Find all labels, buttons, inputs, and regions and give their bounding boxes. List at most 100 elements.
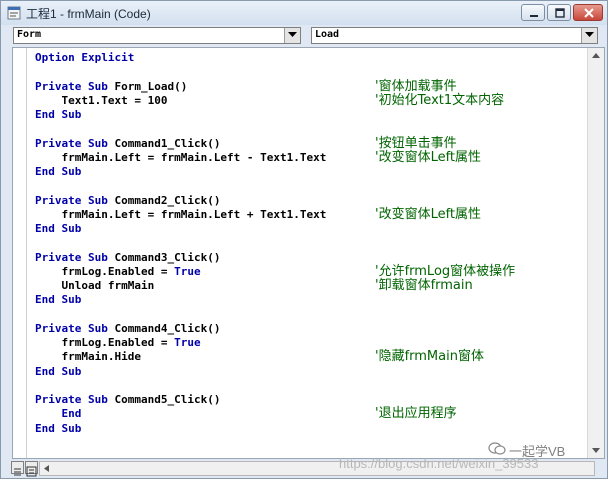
- code-line[interactable]: End Sub: [35, 108, 375, 122]
- window-title: 工程1 - frmMain (Code): [26, 7, 151, 21]
- code-line[interactable]: [35, 65, 375, 79]
- code-comment: '允许frmLog窗体被操作: [375, 263, 516, 279]
- close-icon: [584, 8, 594, 18]
- chevron-down-icon: [585, 32, 594, 37]
- code-text: End Sub: [35, 222, 375, 236]
- full-module-view-icon: [26, 466, 37, 477]
- code-token: Command1_Click(): [107, 136, 221, 150]
- code-line[interactable]: Option Explicit: [35, 51, 375, 65]
- object-combo[interactable]: Form: [13, 27, 301, 44]
- code-line[interactable]: Private Sub Command5_Click(): [35, 393, 375, 407]
- code-comment: '卸载窗体frmain: [375, 278, 473, 293]
- code-line[interactable]: Text1.Text = 100 '初始化Text1文本内容: [35, 93, 504, 108]
- code-line[interactable]: Private Sub Command4_Click(): [35, 322, 375, 336]
- code-text: End Sub: [35, 365, 375, 379]
- code-line[interactable]: End Sub: [35, 422, 375, 436]
- code-line[interactable]: frmMain.Hide '隐藏frmMain窗体: [35, 349, 484, 365]
- code-text: Text1.Text = 100: [35, 94, 375, 108]
- url-watermark: https://blog.csdn.net/weixin_39533: [339, 456, 539, 471]
- code-line[interactable]: End '退出应用程序: [35, 407, 456, 421]
- code-line[interactable]: End Sub: [35, 165, 375, 179]
- object-combo-dropdown[interactable]: [284, 28, 300, 43]
- keyword-token: True: [174, 336, 201, 349]
- code-text: End Sub: [35, 293, 375, 307]
- keyword-token: Private Sub: [35, 193, 108, 207]
- code-line[interactable]: Private Sub Command3_Click(): [35, 251, 375, 265]
- code-text: Private Sub Form_Load(): [35, 80, 375, 94]
- code-token: Command2_Click(): [107, 193, 221, 207]
- code-text: frmMain.Left = frmMain.Left + Text1.Text: [35, 208, 375, 222]
- code-line[interactable]: Private Sub Command2_Click(): [35, 194, 375, 208]
- editor-margin[interactable]: [13, 48, 27, 458]
- code-editor[interactable]: Option Explicit Private Sub Form_Load() '窗…: [12, 47, 605, 459]
- title-bar[interactable]: 工程1 - frmMain (Code): [1, 1, 607, 25]
- procedure-combo-value: Load: [315, 29, 340, 40]
- code-window: 工程1 - frmMain (Code) Form Load Option Ex…: [0, 0, 608, 479]
- code-line[interactable]: Private Sub Form_Load() '窗体加载事件: [35, 78, 457, 94]
- code-text: Private Sub Command2_Click(): [35, 194, 375, 208]
- code-line[interactable]: End Sub: [35, 222, 375, 236]
- code-line[interactable]: Unload frmMain '卸载窗体frmain: [35, 278, 473, 293]
- scroll-down-icon[interactable]: [588, 442, 604, 458]
- code-line[interactable]: frmLog.Enabled = True '允许frmLog窗体被操作: [35, 263, 516, 279]
- keyword-token: End Sub: [35, 108, 82, 121]
- full-module-view-button[interactable]: [25, 461, 38, 477]
- object-combo-value: Form: [17, 29, 42, 40]
- code-text: frmMain.Hide: [35, 350, 375, 364]
- code-line[interactable]: frmMain.Left = frmMain.Left + Text1.Text…: [35, 206, 482, 222]
- keyword-token: Private Sub: [35, 136, 108, 150]
- procedure-view-button[interactable]: [11, 461, 24, 476]
- code-text: End: [35, 407, 375, 421]
- code-token: frmMain.Left = frmMain.Left - Text1.Text: [35, 150, 327, 164]
- code-text: End Sub: [35, 165, 375, 179]
- code-line[interactable]: Private Sub Command1_Click() '按钮单击事件: [35, 135, 457, 151]
- keyword-token: End Sub: [35, 364, 82, 378]
- maximize-button[interactable]: [547, 4, 571, 21]
- code-comment: '按钮单击事件: [375, 135, 457, 151]
- code-text: frmMain.Left = frmMain.Left - Text1.Text: [35, 151, 375, 165]
- code-line[interactable]: End Sub: [35, 365, 375, 379]
- code-comment: '窗体加载事件: [375, 78, 457, 94]
- minimize-button[interactable]: [521, 4, 545, 21]
- code-line[interactable]: frmLog.Enabled = True: [35, 336, 375, 350]
- code-line[interactable]: End Sub: [35, 293, 375, 307]
- minimize-icon: [530, 15, 538, 17]
- procedure-combo-dropdown[interactable]: [581, 28, 597, 43]
- keyword-token: End: [35, 407, 82, 421]
- code-token: Command4_Click(): [107, 321, 221, 335]
- code-token: frmLog.Enabled =: [35, 264, 175, 278]
- procedure-view-icon: [14, 468, 21, 476]
- code-comment: '改变窗体Left属性: [375, 149, 482, 165]
- keyword-token: End Sub: [35, 421, 82, 435]
- keyword-token: Private Sub: [35, 79, 108, 93]
- keyword-token: Private Sub: [35, 393, 108, 406]
- procedure-combo[interactable]: Load: [311, 27, 598, 44]
- code-line[interactable]: [35, 179, 375, 193]
- code-text: frmLog.Enabled = True: [35, 336, 375, 350]
- keyword-token: End Sub: [35, 293, 82, 307]
- wechat-icon: [488, 442, 506, 455]
- code-text: Private Sub Command5_Click(): [35, 393, 375, 407]
- code-token: Unload frmMain: [35, 279, 155, 292]
- keyword-token: Private Sub: [35, 321, 108, 335]
- vb-app-icon: [7, 6, 21, 20]
- code-line[interactable]: [35, 308, 375, 322]
- code-line[interactable]: [35, 122, 375, 136]
- code-token: Command3_Click(): [107, 250, 221, 264]
- code-line[interactable]: [35, 236, 375, 250]
- scroll-up-icon[interactable]: [588, 48, 604, 64]
- code-text: Private Sub Command1_Click(): [35, 137, 375, 151]
- vertical-scrollbar[interactable]: [587, 48, 604, 458]
- code-comment: '改变窗体Left属性: [375, 206, 482, 222]
- code-text: End Sub: [35, 422, 375, 436]
- code-comment: '隐藏frmMain窗体: [375, 349, 484, 365]
- code-token: frmLog.Enabled =: [35, 336, 175, 349]
- close-button[interactable]: [573, 4, 603, 21]
- code-token: frmMain.Hide: [35, 350, 141, 364]
- code-line[interactable]: [35, 379, 375, 393]
- combo-bar: Form Load: [1, 25, 607, 47]
- scroll-left-icon[interactable]: [40, 462, 54, 475]
- code-line[interactable]: frmMain.Left = frmMain.Left - Text1.Text…: [35, 149, 482, 165]
- chevron-down-icon: [288, 32, 297, 37]
- keyword-token: True: [174, 264, 201, 278]
